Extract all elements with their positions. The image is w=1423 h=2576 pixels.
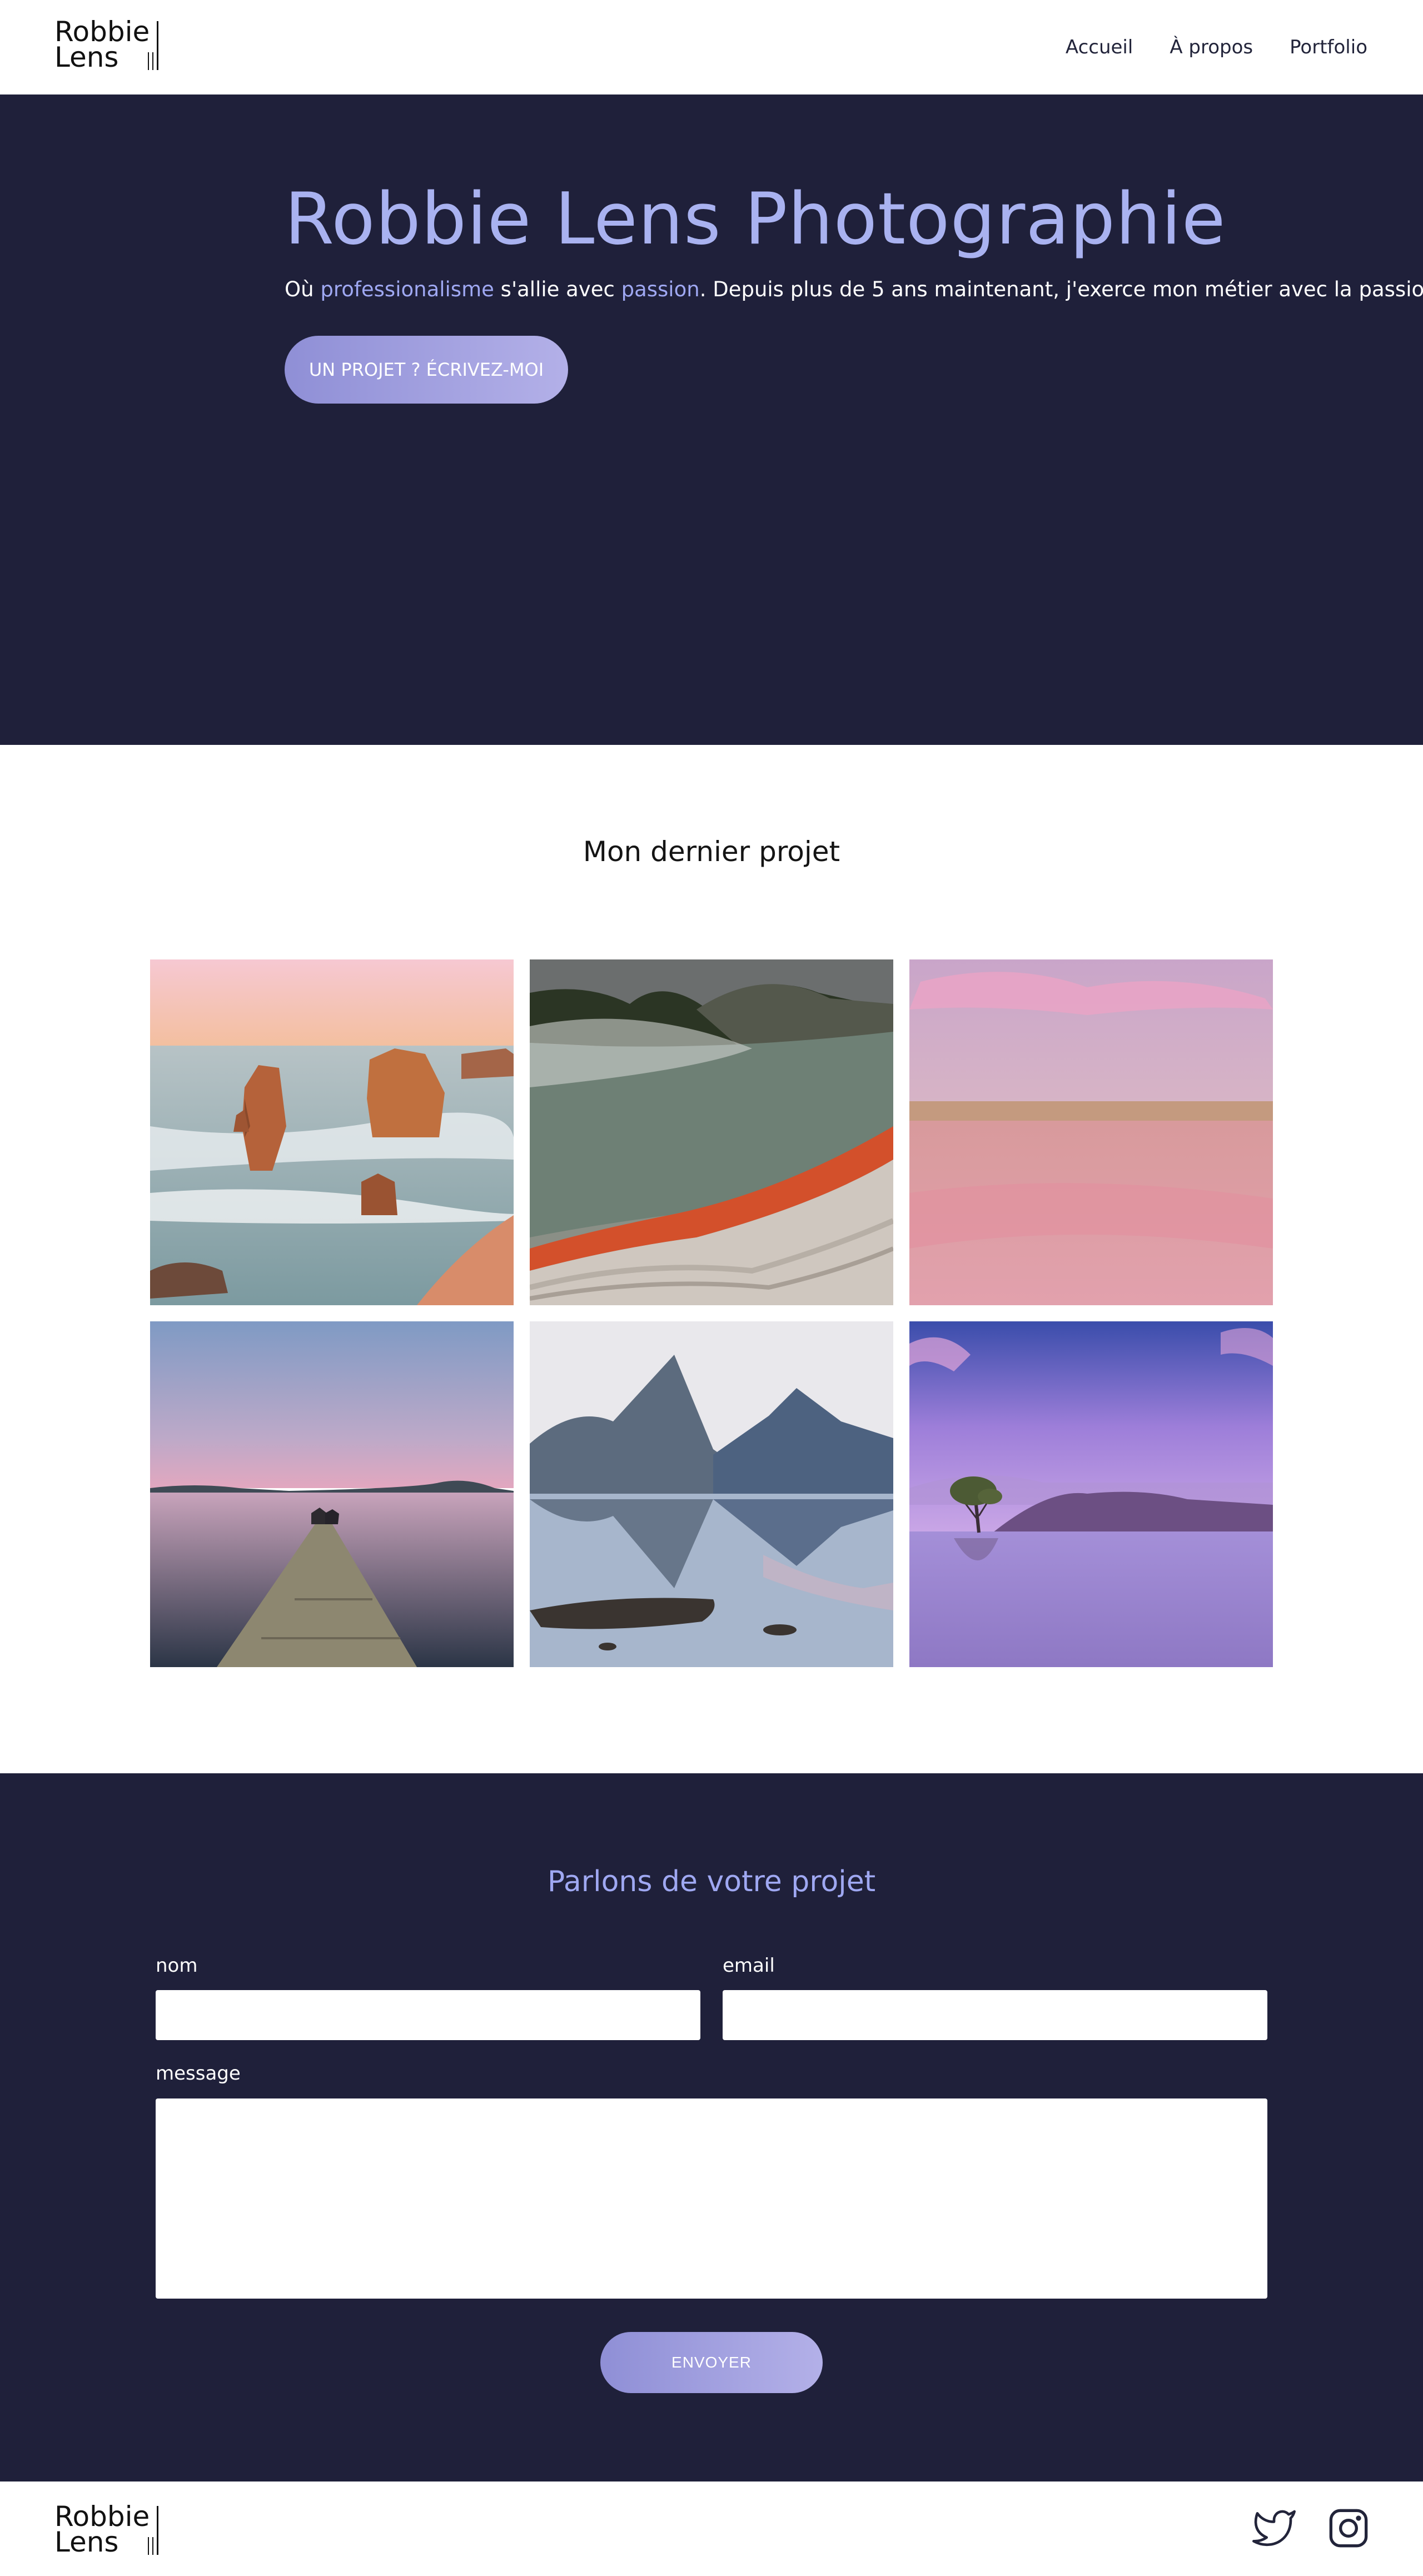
send-button[interactable]: ENVOYER	[600, 2332, 823, 2393]
nav-item-accueil[interactable]: Accueil	[1066, 34, 1133, 60]
email-field[interactable]	[723, 1990, 1267, 2040]
project-title: Mon dernier projet	[583, 836, 840, 868]
twitter-icon[interactable]	[1252, 2506, 1296, 2550]
name-field[interactable]	[156, 1990, 700, 2040]
logo-bars-icon	[148, 21, 159, 70]
footer-logo-wordmark: Robbie Lens	[54, 2503, 150, 2558]
hero-text-suffix: . Depuis plus de 5 ans maintenant, j'exe…	[699, 277, 1423, 301]
hot-spring-pool-photo[interactable]	[530, 959, 893, 1305]
hero-text-prefix: Où	[285, 277, 321, 301]
coastal-rock-stacks-photo[interactable]	[150, 959, 514, 1305]
main-nav: Accueil À propos Portfolio	[1066, 34, 1367, 60]
nav-item-a-propos[interactable]: À propos	[1170, 34, 1253, 60]
site-logo[interactable]: Robbie Lens	[54, 18, 159, 73]
mountain-lake-reflection-photo[interactable]	[530, 1321, 893, 1667]
instagram-icon[interactable]	[1326, 2506, 1371, 2550]
nav-item-portfolio[interactable]: Portfolio	[1290, 34, 1367, 60]
logo-line-2: Lens	[54, 41, 119, 73]
message-label: message	[156, 2062, 241, 2085]
photo-gallery	[150, 959, 1273, 1667]
logo-wordmark: Robbie Lens	[54, 18, 150, 73]
name-label: nom	[156, 1955, 198, 1977]
footer-logo[interactable]: Robbie Lens	[54, 2503, 159, 2558]
hero-text: Où professionalisme s'allie avec passion…	[285, 275, 1423, 305]
site-footer: Robbie Lens	[0, 2481, 1423, 2576]
hero-highlight-passion: passion	[621, 277, 700, 301]
pink-sky-beach-photo[interactable]	[909, 959, 1273, 1305]
contact-section: Parlons de votre projet nom email messag…	[0, 1773, 1423, 2481]
footer-logo-bars-icon	[148, 2506, 159, 2555]
message-field[interactable]	[156, 2098, 1267, 2299]
footer-logo-line-2: Lens	[54, 2526, 119, 2558]
lone-tree-lake-photo[interactable]	[909, 1321, 1273, 1667]
hero-text-middle: s'allie avec	[494, 277, 621, 301]
hero-title: Robbie Lens Photographie	[285, 178, 1226, 261]
email-label: email	[723, 1955, 775, 1977]
pier-at-dusk-photo[interactable]	[150, 1321, 514, 1667]
site-header: Robbie Lens Accueil À propos Portfolio	[0, 0, 1423, 95]
hero-highlight-professionalisme: professionalisme	[320, 277, 494, 301]
hero-section: Robbie Lens Photographie Où professional…	[0, 95, 1423, 745]
contact-title: Parlons de votre projet	[547, 1865, 876, 1898]
contact-cta-button[interactable]: UN PROJET ? ÉCRIVEZ-MOI	[285, 336, 568, 404]
